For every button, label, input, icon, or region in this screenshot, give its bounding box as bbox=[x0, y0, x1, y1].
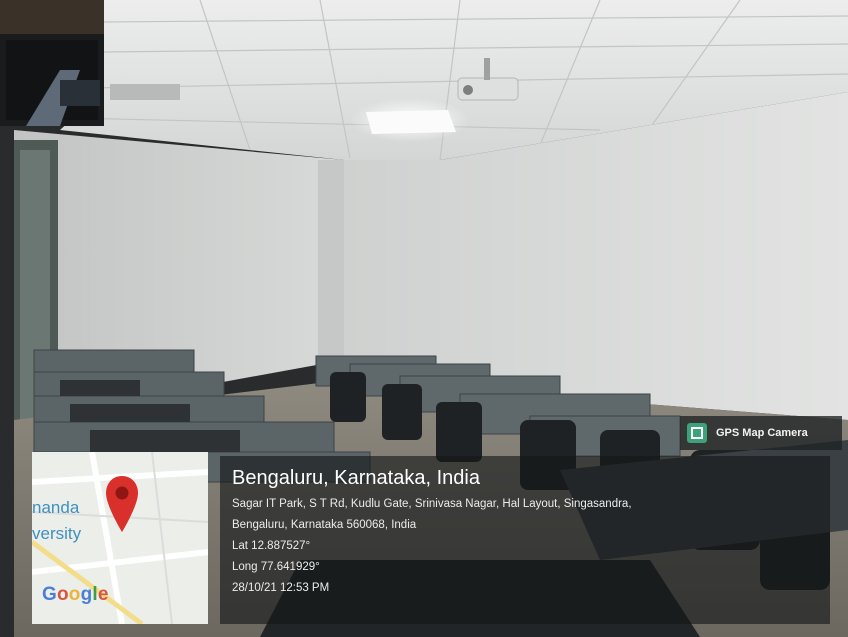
location-title: Bengaluru, Karnataka, India bbox=[232, 467, 480, 489]
logo-letter-6: e bbox=[97, 584, 109, 605]
logo-letter-1: G bbox=[42, 584, 57, 605]
map-pin-icon bbox=[104, 474, 140, 541]
corner-thumbnail bbox=[0, 0, 104, 126]
map-place-label-line2: versity bbox=[32, 524, 82, 543]
geo-stamp: nanda versity Google Bengaluru, Karnatak… bbox=[32, 452, 832, 626]
map-thumbnail: nanda versity Google bbox=[32, 452, 208, 624]
latitude: Lat 12.887527° bbox=[232, 540, 311, 552]
logo-letter-2: o bbox=[56, 584, 69, 605]
location-info-panel: Bengaluru, Karnataka, India Sagar IT Par… bbox=[220, 456, 830, 624]
address-line-1: Sagar IT Park, S T Rd, Kudlu Gate, Srini… bbox=[232, 498, 632, 510]
logo-letter-4: g bbox=[80, 584, 93, 605]
address-line-2: Bengaluru, Karnataka 560068, India bbox=[232, 519, 417, 531]
logo-letter-3: o bbox=[68, 584, 81, 605]
corner-thumbnail-graphic bbox=[0, 0, 104, 126]
gps-map-camera-icon bbox=[686, 422, 708, 444]
gps-map-camera-badge: GPS Map Camera bbox=[680, 416, 842, 450]
map-place-label-line1: nanda bbox=[32, 498, 80, 517]
timestamp: 28/10/21 12:53 PM bbox=[232, 582, 330, 594]
longitude: Long 77.641929° bbox=[232, 561, 320, 573]
google-logo: Google bbox=[42, 584, 109, 606]
badge-label: GPS Map Camera bbox=[716, 427, 808, 439]
